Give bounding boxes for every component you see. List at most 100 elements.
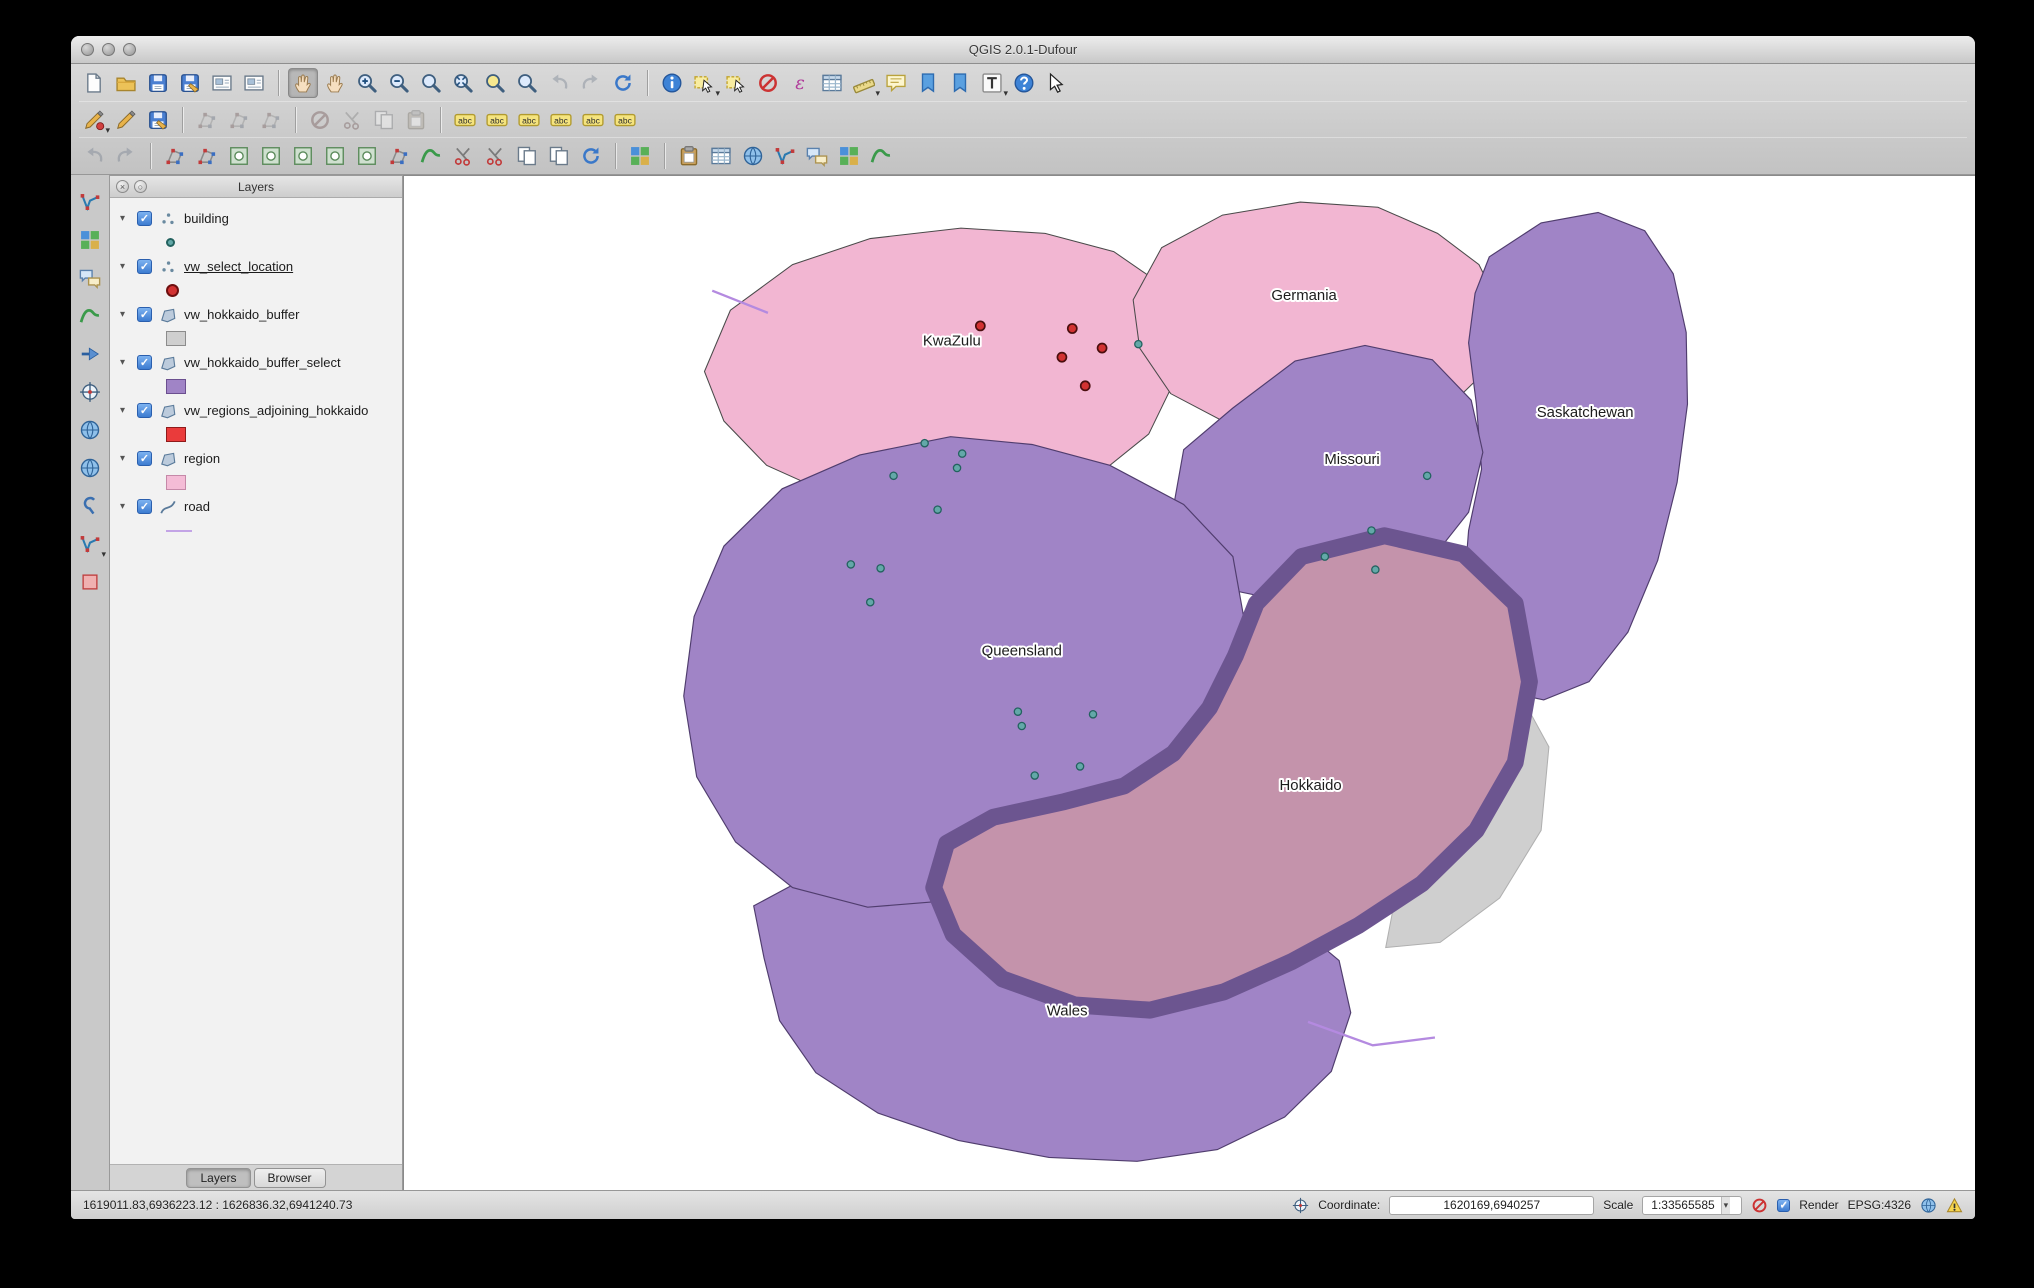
grass-tools-button[interactable]	[75, 301, 105, 331]
add-ring-button[interactable]	[224, 141, 254, 171]
interpolation-button[interactable]	[75, 491, 105, 521]
layer-name[interactable]: vw_hokkaido_buffer_select	[184, 355, 341, 370]
map-canvas[interactable]: KwaZulu Germania Saskatchewan Missouri Queen…	[403, 175, 1975, 1190]
layer-visibility-checkbox[interactable]: ✓	[137, 211, 152, 226]
layer-name[interactable]: vw_regions_adjoining_hokkaido	[184, 403, 368, 418]
new-project-button[interactable]	[79, 68, 109, 98]
delete-ring-button[interactable]	[320, 141, 350, 171]
expand-triangle-icon[interactable]: ▾	[120, 453, 130, 464]
layer-row-vw_select_location[interactable]: ▾ ✓ vw_select_location	[110, 254, 402, 279]
new-bookmark-button[interactable]	[913, 68, 943, 98]
building-point[interactable]	[920, 438, 929, 448]
save-project-button[interactable]	[143, 68, 173, 98]
layer-name[interactable]: building	[184, 211, 229, 226]
merge-attributes-button[interactable]	[544, 141, 574, 171]
reshape-features-button[interactable]	[384, 141, 414, 171]
move-label-button[interactable]	[546, 105, 576, 135]
selected-location-point[interactable]	[1066, 323, 1078, 334]
layer-row-vw_hokkaido_buffer_select[interactable]: ▾ ✓ vw_hokkaido_buffer_select	[110, 350, 402, 375]
building-point[interactable]	[865, 597, 875, 607]
deselect-all-button[interactable]	[753, 68, 783, 98]
statistics-panel-button[interactable]	[706, 141, 736, 171]
delete-selected-button[interactable]	[305, 105, 335, 135]
title-bar[interactable]: QGIS 2.0.1-Dufour	[71, 36, 1975, 64]
coordinate-input[interactable]: 1620169,6940257	[1389, 1195, 1595, 1215]
topology-button[interactable]: ▾	[75, 529, 106, 559]
zoom-to-selection-button[interactable]	[480, 68, 510, 98]
crs-status-icon[interactable]	[1920, 1197, 1937, 1214]
measure-button[interactable]: ▾	[849, 68, 880, 98]
zoom-next-button[interactable]	[576, 68, 606, 98]
rotate-feature-button[interactable]	[160, 141, 190, 171]
building-point[interactable]	[1030, 771, 1040, 780]
panel-float-button[interactable]: ○	[134, 180, 147, 193]
simplify-feature-button[interactable]	[192, 141, 222, 171]
layer-row-road[interactable]: ▾ ✓ road	[110, 494, 402, 519]
zoom-full-button[interactable]	[448, 68, 478, 98]
layer-name[interactable]: vw_select_location	[184, 259, 293, 274]
building-point[interactable]	[1367, 526, 1376, 535]
layer-name[interactable]: road	[184, 499, 210, 514]
building-point[interactable]	[1013, 707, 1023, 716]
zoom-last-button[interactable]	[544, 68, 574, 98]
move-feature-button[interactable]	[224, 105, 254, 135]
expand-triangle-icon[interactable]: ▾	[120, 405, 130, 416]
building-point[interactable]	[889, 471, 898, 481]
metasearch-button[interactable]	[738, 141, 768, 171]
show-bookmarks-button[interactable]	[945, 68, 975, 98]
building-point[interactable]	[1320, 552, 1330, 561]
highlight-pinned-labels-button[interactable]	[482, 105, 512, 135]
field-calculator-button[interactable]	[785, 68, 815, 98]
undo-button[interactable]	[79, 141, 109, 171]
layer-visibility-checkbox[interactable]: ✓	[137, 499, 152, 514]
expand-triangle-icon[interactable]: ▾	[120, 501, 130, 512]
expand-triangle-icon[interactable]: ▾	[120, 213, 130, 224]
profile-tool-button[interactable]	[866, 141, 896, 171]
building-point[interactable]	[1017, 721, 1027, 731]
stop-render-icon[interactable]	[1751, 1197, 1768, 1214]
toggle-editing-button[interactable]	[111, 105, 141, 135]
refresh-map-button[interactable]	[608, 68, 638, 98]
tab-browser[interactable]: Browser	[253, 1167, 326, 1188]
whats-this-button[interactable]	[1041, 68, 1071, 98]
layer-visibility-checkbox[interactable]: ✓	[137, 403, 152, 418]
text-annotation-button[interactable]: ▾	[977, 68, 1008, 98]
cut-features-button[interactable]	[337, 105, 367, 135]
building-point[interactable]	[1088, 709, 1098, 719]
composer-manager-button[interactable]	[239, 68, 269, 98]
rotate-point-symbols-button[interactable]	[576, 141, 606, 171]
annotations-plugin-button[interactable]	[802, 141, 832, 171]
offset-curve-button[interactable]	[416, 141, 446, 171]
expand-triangle-icon[interactable]: ▾	[120, 261, 130, 272]
building-point[interactable]	[933, 505, 942, 514]
selected-location-point[interactable]	[1079, 380, 1091, 392]
layer-row-region[interactable]: ▾ ✓ region	[110, 446, 402, 471]
change-label-button[interactable]	[610, 105, 640, 135]
zoom-window-button[interactable]	[123, 43, 136, 56]
select-features-button[interactable]: ▾	[689, 68, 720, 98]
spatial-query-button[interactable]	[75, 339, 105, 369]
layer-name[interactable]: vw_hokkaido_buffer	[184, 307, 299, 322]
zoom-in-button[interactable]	[352, 68, 382, 98]
paste-geometry-button[interactable]	[674, 141, 704, 171]
raster-tools-button[interactable]	[834, 141, 864, 171]
building-point[interactable]	[1075, 762, 1085, 771]
messages-icon[interactable]	[1946, 1197, 1963, 1214]
scale-combo-arrow-icon[interactable]: ▾	[1720, 1196, 1731, 1214]
selected-location-point[interactable]	[1096, 342, 1108, 354]
georeferencer-button[interactable]	[625, 141, 655, 171]
building-point[interactable]	[952, 463, 962, 473]
expand-triangle-icon[interactable]: ▾	[120, 357, 130, 368]
close-window-button[interactable]	[81, 43, 94, 56]
zoom-native-resolution-button[interactable]	[416, 68, 446, 98]
building-point[interactable]	[846, 560, 856, 569]
open-project-button[interactable]	[111, 68, 141, 98]
layer-labeling-button[interactable]	[450, 105, 480, 135]
selected-location-point[interactable]	[974, 320, 986, 332]
fill-ring-button[interactable]	[288, 141, 318, 171]
redo-button[interactable]	[111, 141, 141, 171]
layer-row-vw_hokkaido_buffer[interactable]: ▾ ✓ vw_hokkaido_buffer	[110, 302, 402, 327]
save-project-as-button[interactable]	[175, 68, 205, 98]
scale-combo[interactable]: 1:33565585 ▾	[1642, 1195, 1743, 1215]
map-tips-button[interactable]	[881, 68, 911, 98]
